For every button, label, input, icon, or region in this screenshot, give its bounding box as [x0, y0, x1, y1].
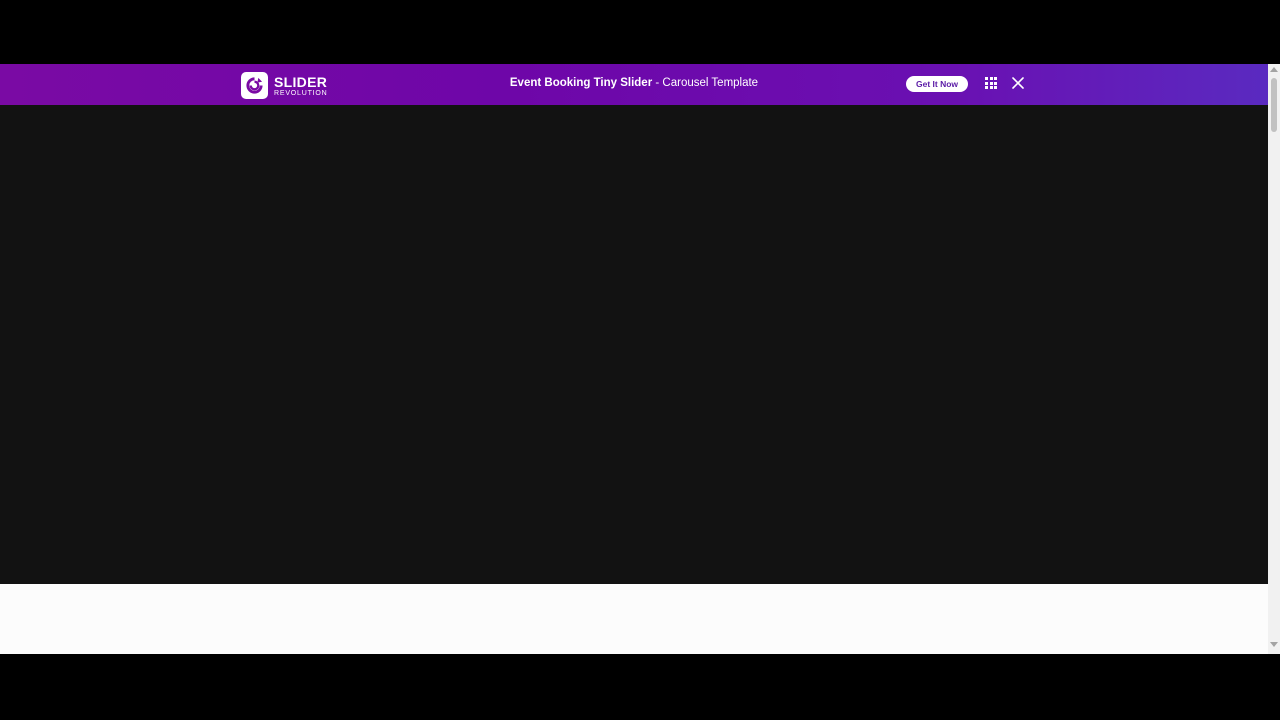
template-title-bold: Event Booking Tiny Slider: [509, 77, 653, 89]
template-title: Event Booking Tiny Slider - Carousel Tem…: [0, 77, 1268, 89]
slider-stage: [0, 105, 1268, 584]
grid-icon[interactable]: [985, 77, 997, 89]
get-it-now-button[interactable]: Get It Now: [906, 76, 968, 92]
scrollbar-thumb[interactable]: [1271, 78, 1277, 132]
browser-viewport: SLIDER REVOLUTION Event Booking Tiny Sli…: [0, 64, 1280, 654]
template-title-rest: - Carousel Template: [652, 77, 759, 89]
arrow-down-icon[interactable]: [1268, 642, 1280, 652]
close-icon[interactable]: [1011, 76, 1025, 90]
page-content-below: [0, 584, 1268, 654]
logo-sub-text: REVOLUTION: [274, 89, 328, 97]
arrow-up-icon[interactable]: [1268, 66, 1280, 76]
preview-top-bar: SLIDER REVOLUTION Event Booking Tiny Sli…: [0, 64, 1268, 105]
vertical-scrollbar[interactable]: [1268, 64, 1280, 654]
